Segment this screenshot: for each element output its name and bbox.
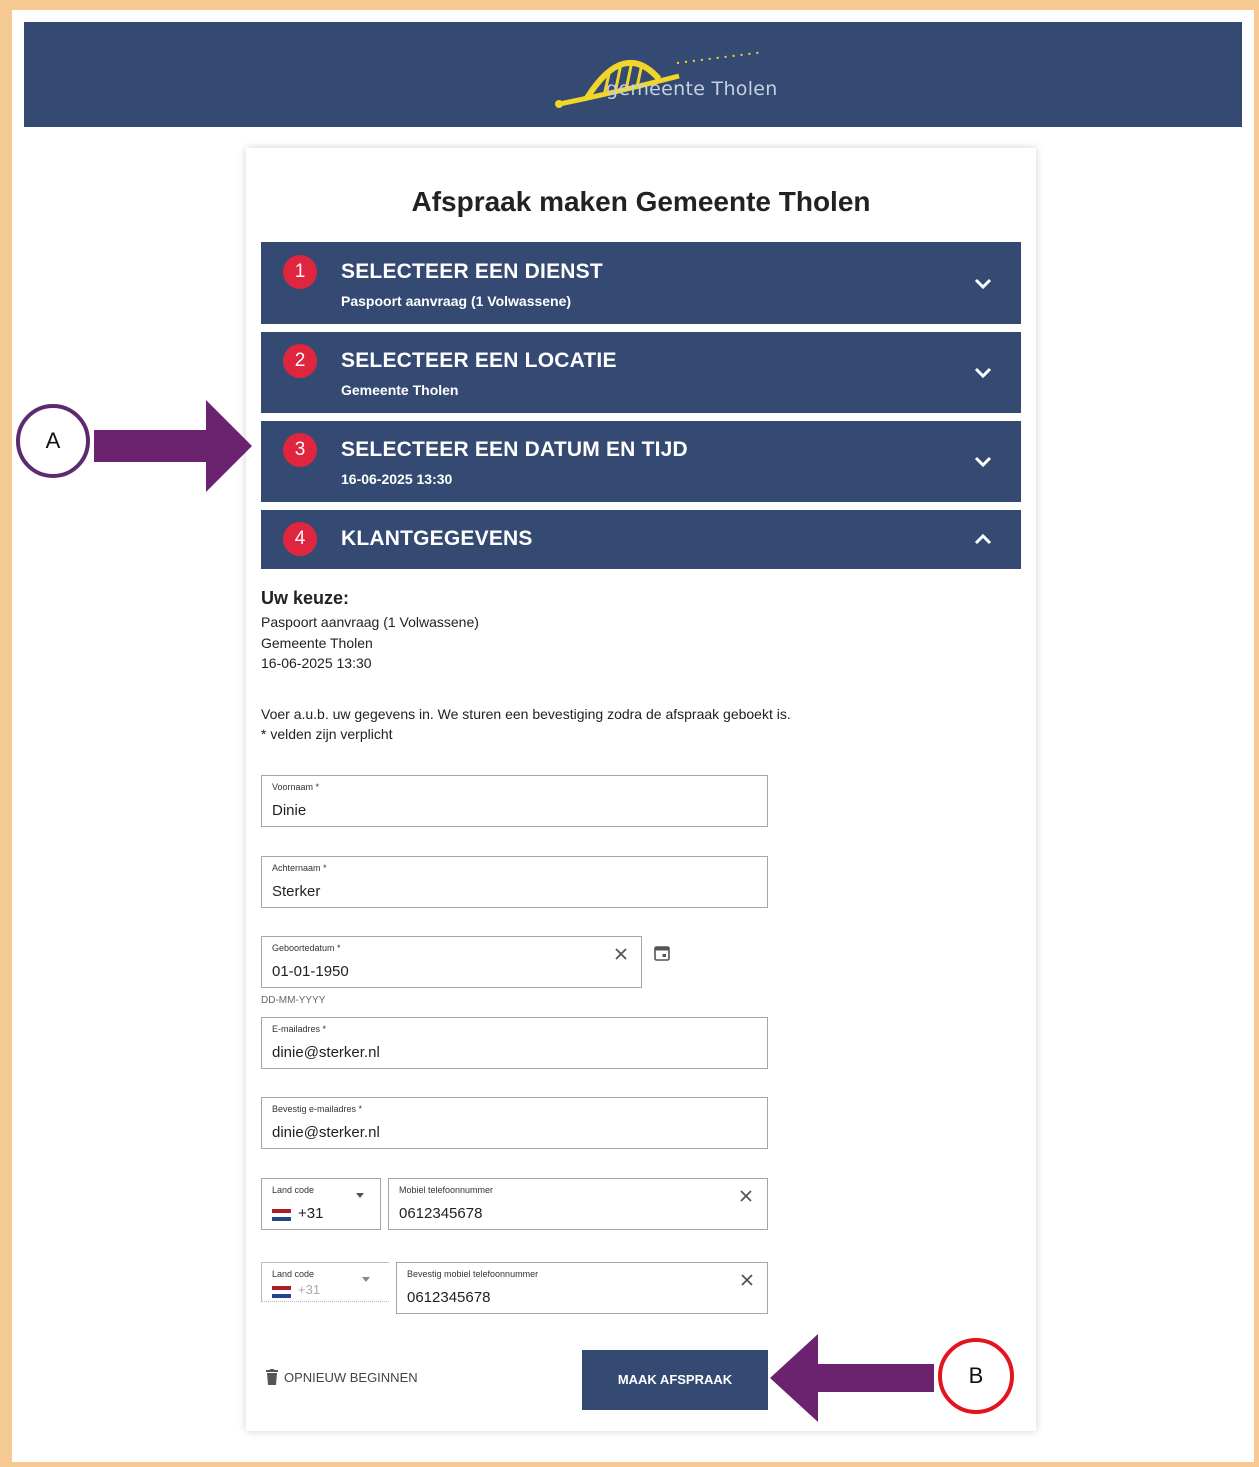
step-number-badge: 3	[283, 433, 317, 467]
field-label: Achternaam *	[272, 863, 327, 873]
annotation-b-circle: B	[938, 1338, 1014, 1414]
dropdown-arrow-icon	[356, 1193, 364, 1198]
step-title: SELECTEER EEN LOCATIE	[341, 349, 617, 372]
dropdown-arrow-icon	[362, 1277, 370, 1282]
field-value: dinie@sterker.nl	[272, 1044, 380, 1061]
instruction-text: Voer a.u.b. uw gegevens in. We sturen ee…	[261, 706, 791, 722]
field-label: Bevestig e-mailadres *	[272, 1104, 363, 1114]
submit-appointment-button[interactable]: MAAK AFSPRAAK	[582, 1350, 768, 1410]
trash-icon	[266, 1369, 278, 1385]
mobile-phone-confirm-field[interactable]: Bevestig mobiel telefoonnummer 061234567…	[396, 1262, 768, 1314]
required-note: * velden zijn verplicht	[261, 726, 393, 742]
annotation-a-label: A	[45, 428, 61, 453]
tholen-logo-icon	[555, 51, 765, 108]
step-title: SELECTEER EEN DATUM EN TIJD	[341, 438, 688, 461]
annotation-arrow-right-icon	[94, 400, 252, 492]
date-format-hint: DD-MM-YYYY	[261, 995, 326, 1006]
chevron-down-icon	[974, 456, 992, 468]
summary-datetime: 16-06-2025 13:30	[261, 655, 372, 671]
annotation-b-label: B	[968, 1363, 984, 1388]
chevron-down-icon	[974, 278, 992, 290]
field-label: Geboortedatum *	[272, 943, 341, 953]
field-value: 0612345678	[407, 1289, 491, 1306]
annotation-arrow-left-icon	[770, 1334, 934, 1422]
chevron-up-icon	[974, 533, 992, 545]
annotation-a-circle: A	[16, 404, 90, 478]
step-select-location[interactable]: 2 SELECTEER EEN LOCATIE Gemeente Tholen	[261, 332, 1021, 413]
last-name-field[interactable]: Achternaam * Sterker	[261, 856, 768, 908]
field-label: Land code	[272, 1185, 315, 1195]
step-subtitle: 16-06-2025 13:30	[341, 471, 453, 487]
field-value: Dinie	[272, 802, 307, 819]
birthdate-field[interactable]: Geboortedatum * 01-01-1950	[261, 936, 642, 988]
step-number-badge: 4	[283, 522, 317, 556]
summary-heading: Uw keuze:	[261, 588, 350, 608]
page-title: Afspraak maken Gemeente Tholen	[411, 186, 871, 217]
mobile-phone-field[interactable]: Mobiel telefoonnummer 0612345678	[388, 1178, 768, 1230]
appointment-card: Afspraak maken Gemeente Tholen 1 SELECTE…	[246, 148, 1036, 1431]
step-title: KLANTGEGEVENS	[341, 527, 533, 550]
field-value: +31	[298, 1205, 324, 1222]
summary-service: Paspoort aanvraag (1 Volwassene)	[261, 614, 479, 630]
field-value: 01-01-1950	[272, 963, 349, 980]
field-value: Sterker	[272, 883, 321, 900]
chevron-down-icon	[974, 367, 992, 379]
step-number-badge: 2	[283, 344, 317, 378]
step-title: SELECTEER EEN DIENST	[341, 260, 603, 283]
clear-icon[interactable]	[740, 1273, 754, 1287]
restart-button[interactable]: OPNIEUW BEGINNEN	[266, 1369, 418, 1385]
step-select-date-time[interactable]: 3 SELECTEER EEN DATUM EN TIJD 16-06-2025…	[261, 421, 1021, 502]
clear-icon[interactable]	[739, 1189, 753, 1203]
step-subtitle: Gemeente Tholen	[341, 382, 459, 398]
email-confirm-field[interactable]: Bevestig e-mailadres * dinie@sterker.nl	[261, 1097, 768, 1149]
email-field[interactable]: E-mailadres * dinie@sterker.nl	[261, 1017, 768, 1069]
field-label: E-mailadres *	[272, 1024, 327, 1034]
summary-location: Gemeente Tholen	[261, 635, 373, 651]
country-code-select[interactable]: Land code +31	[261, 1178, 381, 1230]
field-label: Bevestig mobiel telefoonnummer	[407, 1269, 539, 1279]
first-name-field[interactable]: Voornaam * Dinie	[261, 775, 768, 827]
logo-text: gemeente Tholen	[606, 78, 778, 100]
calendar-icon[interactable]	[653, 944, 671, 962]
field-label: Mobiel telefoonnummer	[399, 1185, 494, 1195]
field-value: 0612345678	[399, 1205, 483, 1222]
netherlands-flag-icon	[272, 1209, 291, 1221]
field-label: Land code	[272, 1269, 315, 1279]
country-code-confirm-select[interactable]: Land code +31	[261, 1262, 389, 1302]
field-label: Voornaam *	[272, 782, 320, 792]
step-number-badge: 1	[283, 255, 317, 289]
restart-label: OPNIEUW BEGINNEN	[284, 1369, 418, 1385]
step-select-service[interactable]: 1 SELECTEER EEN DIENST Paspoort aanvraag…	[261, 242, 1021, 324]
step-subtitle: Paspoort aanvraag (1 Volwassene)	[341, 293, 572, 309]
step-customer-details[interactable]: 4 KLANTGEGEVENS	[261, 510, 1021, 569]
field-value: +31	[298, 1282, 321, 1297]
field-value: dinie@sterker.nl	[272, 1124, 380, 1141]
clear-icon[interactable]	[614, 947, 628, 961]
netherlands-flag-icon	[272, 1286, 291, 1298]
header-bar: gemeente Tholen	[24, 22, 1242, 127]
